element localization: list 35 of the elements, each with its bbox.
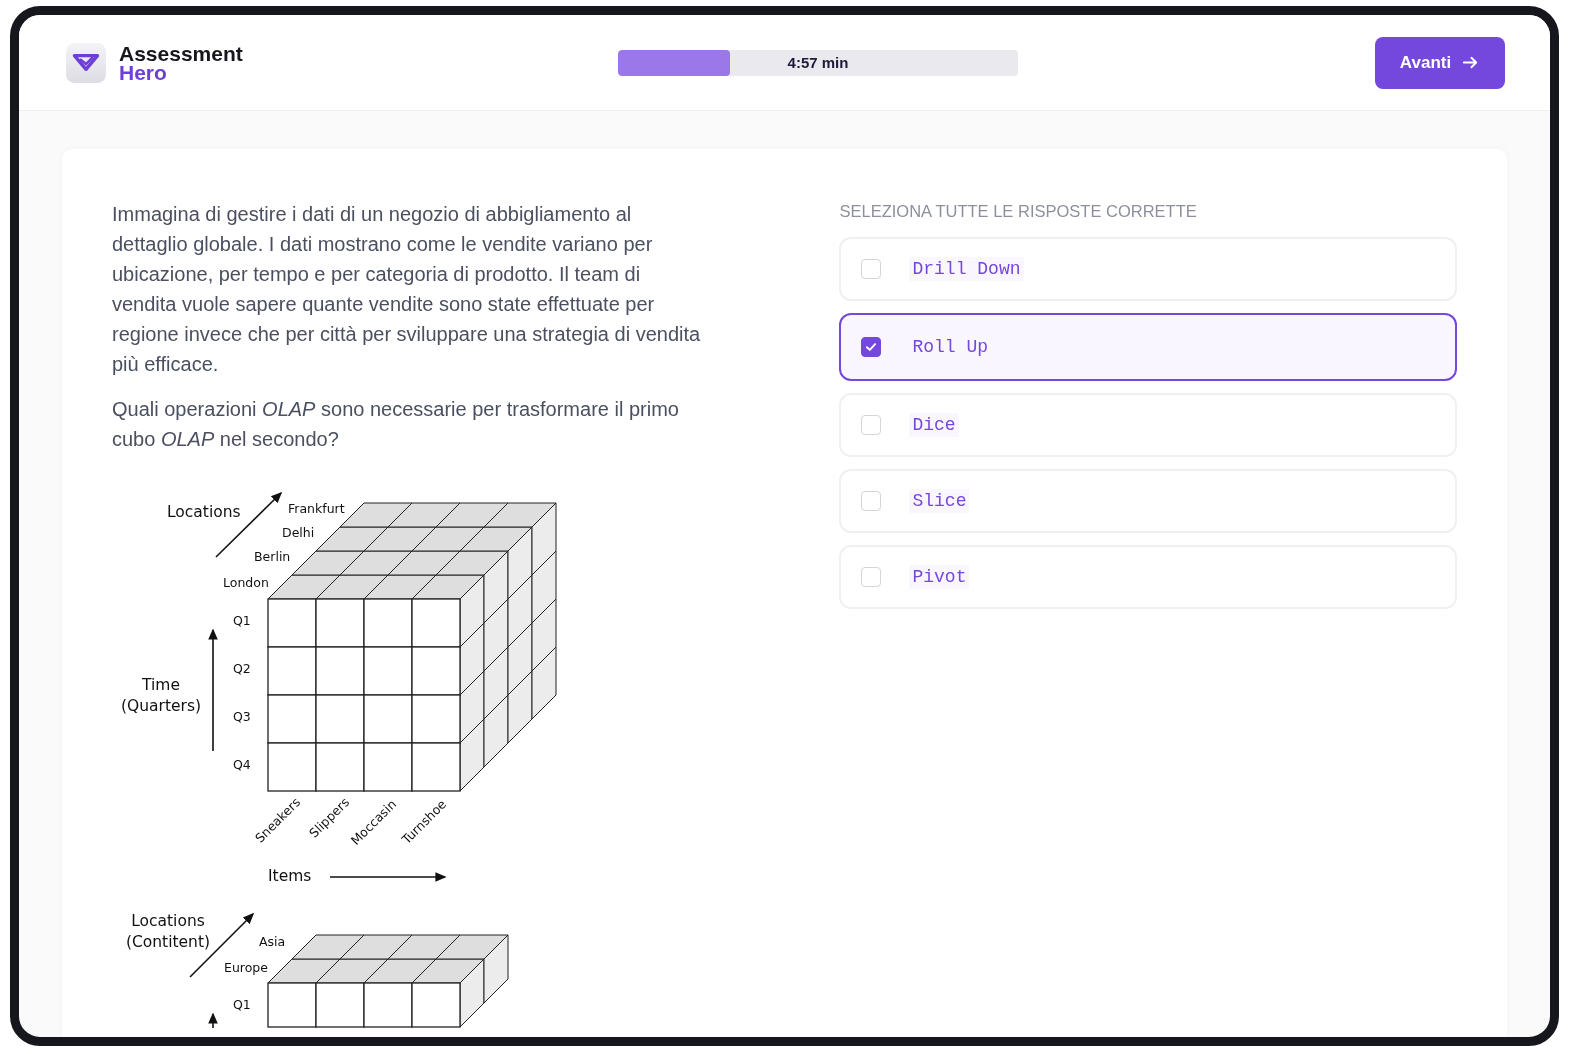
answer-option[interactable]: Slice (839, 469, 1457, 533)
timer-label: 4:57 min (787, 54, 849, 71)
check-icon (864, 340, 879, 354)
answer-option[interactable]: Roll Up (839, 313, 1457, 381)
answer-option[interactable]: Pivot (839, 545, 1457, 609)
axis-title: Locations (167, 503, 241, 521)
axis-label: Delhi (282, 525, 315, 540)
axis-label: Asia (259, 934, 286, 949)
answer-option[interactable]: Drill Down (839, 237, 1457, 301)
axis-label: London (223, 575, 269, 590)
axis-label: Q4 (233, 757, 251, 772)
logo-icon (65, 41, 107, 84)
axis-title: Items (268, 867, 312, 885)
axis-label: Europe (224, 960, 268, 975)
checkbox[interactable] (861, 337, 882, 357)
brand-subtitle: Hero (119, 62, 167, 82)
axis-label: Q3 (233, 709, 251, 724)
axis-title: Locations (Contitent) (125, 912, 211, 951)
axis-label: Frankfurt (288, 501, 345, 516)
brand-name: Assessment (119, 43, 243, 63)
option-label: Slice (909, 489, 970, 513)
axis-label: Q1 (233, 613, 251, 628)
option-label: Drill Down (909, 257, 1024, 281)
option-label: Dice (909, 413, 959, 437)
axis-label: Berlin (254, 549, 291, 564)
axis-label: Q1 (233, 997, 251, 1012)
next-button[interactable]: Avanti (1375, 36, 1505, 89)
axis-arrow (208, 1012, 218, 1028)
axis-title: Time (Quarters) (120, 676, 202, 715)
instruction-text: SELEZIONA TUTTE LE RISPOSTE CORRETTE (839, 201, 1198, 222)
answer-option[interactable]: Dice (839, 393, 1457, 457)
axis-label: Q2 (233, 661, 251, 676)
question-text: Immagina di gestire i dati di un negozio di abbigliamento al dettaglio globale. I dati mostrano come le vendite variano per ubicazione, per tempo e per categoria di prodotto. Il team di vendita vuole sapere quante vendite sono state effettuate per regione invece che per città per sviluppare una strategia di vendita più efficace. (112, 202, 702, 377)
option-label: Pivot (909, 565, 970, 589)
question-text: Quali operazioni OLAP sono necessarie per trasformare il primo cubo OLAP nel secondo? (112, 397, 680, 452)
